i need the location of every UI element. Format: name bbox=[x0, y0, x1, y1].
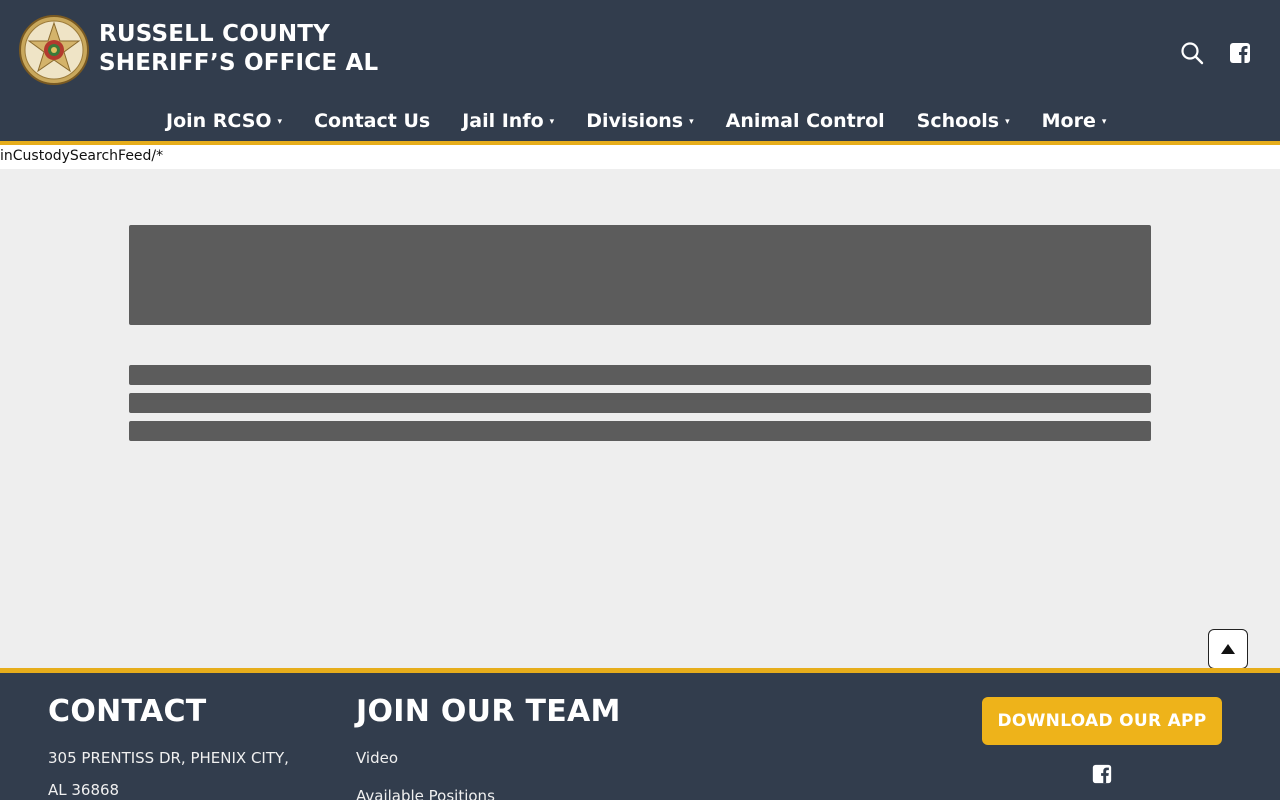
site-title-line2: SHERIFF’S OFFICE AL bbox=[99, 50, 379, 76]
nav-join-rcso[interactable]: Join RCSO ▾ bbox=[166, 105, 282, 137]
loading-placeholder-line bbox=[129, 393, 1151, 413]
address-line2: AL 36868 bbox=[48, 781, 120, 799]
loading-placeholder-block bbox=[129, 225, 1151, 325]
site-header: RUSSELL COUNTY SHERIFF’S OFFICE AL Join … bbox=[0, 0, 1280, 141]
contact-heading: CONTACT bbox=[48, 694, 207, 729]
join-link-video[interactable]: Video bbox=[356, 742, 398, 774]
feed-placeholder-text: inCustodySearchFeed/* bbox=[0, 148, 164, 164]
address-line1: 305 PRENTISS DR, PHENIX CITY, bbox=[48, 749, 289, 767]
nav-jail-info[interactable]: Jail Info ▾ bbox=[462, 105, 554, 137]
site-title-line1: RUSSELL COUNTY bbox=[99, 21, 331, 47]
arrow-up-icon bbox=[1221, 644, 1235, 654]
nav-label: Jail Info bbox=[462, 110, 544, 132]
site-title[interactable]: RUSSELL COUNTY SHERIFF’S OFFICE AL bbox=[99, 20, 378, 78]
download-app-button[interactable]: DOWNLOAD OUR APP bbox=[982, 697, 1222, 745]
sheriff-badge-logo[interactable] bbox=[19, 13, 89, 87]
nav-divisions[interactable]: Divisions ▾ bbox=[586, 105, 693, 137]
nav-more[interactable]: More ▾ bbox=[1042, 105, 1107, 137]
nav-schools[interactable]: Schools ▾ bbox=[917, 105, 1010, 137]
caret-down-icon: ▾ bbox=[1101, 117, 1107, 127]
nav-label: Join RCSO bbox=[166, 110, 272, 132]
caret-down-icon: ▾ bbox=[277, 117, 283, 127]
facebook-icon[interactable] bbox=[1228, 41, 1252, 65]
caret-down-icon: ▾ bbox=[689, 117, 694, 127]
nav-animal-control[interactable]: Animal Control bbox=[726, 106, 885, 136]
join-link-available-positions[interactable]: Available Positions bbox=[356, 780, 495, 800]
facebook-icon[interactable] bbox=[1091, 763, 1113, 785]
search-icon[interactable] bbox=[1180, 41, 1204, 65]
nav-label: Divisions bbox=[586, 110, 684, 132]
feed-strip bbox=[0, 145, 1280, 169]
loading-placeholder-line bbox=[129, 365, 1151, 385]
join-team-heading: JOIN OUR TEAM bbox=[356, 694, 621, 729]
back-to-top-button[interactable] bbox=[1208, 629, 1248, 669]
nav-label: Animal Control bbox=[725, 110, 885, 132]
loading-placeholder-line bbox=[129, 421, 1151, 441]
nav-label: Schools bbox=[916, 110, 1000, 132]
nav-label: More bbox=[1041, 110, 1096, 132]
site-footer: CONTACT 305 PRENTISS DR, PHENIX CITY, AL… bbox=[0, 673, 1280, 800]
caret-down-icon: ▾ bbox=[549, 117, 555, 127]
caret-down-icon: ▾ bbox=[1005, 117, 1010, 127]
nav-contact-us[interactable]: Contact Us bbox=[314, 106, 430, 136]
nav-label: Contact Us bbox=[314, 110, 431, 132]
main-nav: Join RCSO ▾ Contact Us Jail Info ▾ Divis… bbox=[166, 105, 1106, 137]
